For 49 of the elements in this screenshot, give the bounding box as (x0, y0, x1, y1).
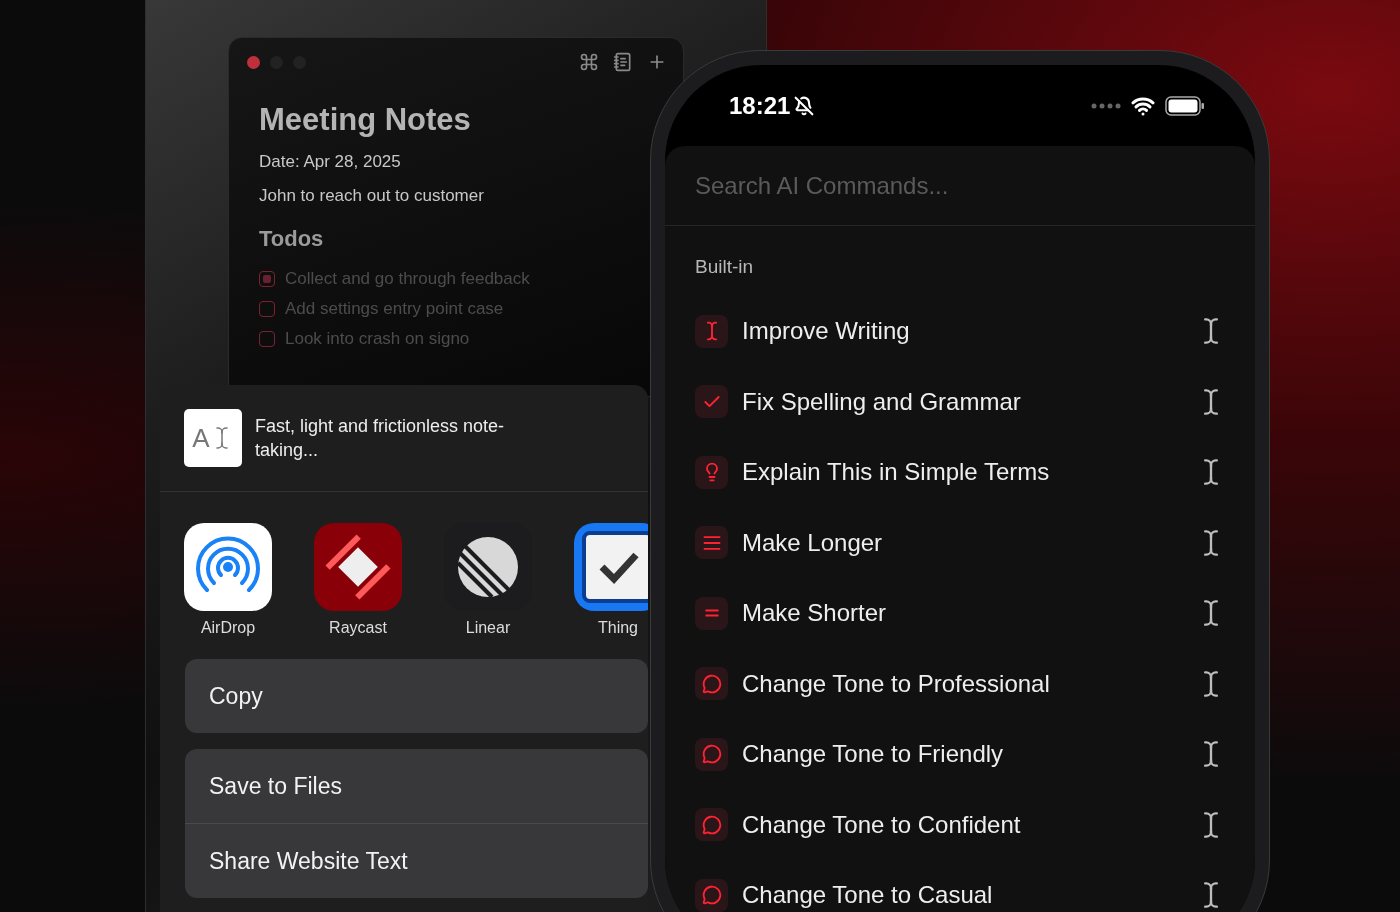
speech-bubble-icon (695, 667, 728, 701)
command-label[interactable]: Change Tone to Confident (742, 810, 1021, 839)
preview-text: Fast, light and frictionless note-taking... (255, 415, 505, 462)
equal-icon (695, 596, 728, 630)
document-thumbnail: A (184, 409, 242, 467)
todo-text: Collect and go through feedback (285, 269, 530, 289)
command-label[interactable]: Fix Spelling and Grammar (742, 387, 1021, 416)
app-label: Linear (465, 619, 511, 637)
todo-checkbox[interactable] (259, 271, 275, 287)
app-icon[interactable] (574, 523, 648, 611)
command-icon[interactable] (579, 52, 599, 72)
close-button[interactable] (247, 55, 260, 69)
command-label[interactable]: Change Tone to Professional (742, 669, 1050, 698)
search-field[interactable]: Search AI Commands... (665, 146, 1255, 226)
speech-bubble-icon (695, 808, 728, 842)
command-label[interactable]: Make Longer (742, 528, 883, 557)
speech-bubble-icon (695, 737, 728, 771)
command-label[interactable]: Make Shorter (742, 599, 887, 628)
note-title: Meeting Notes (259, 102, 472, 138)
app-icon[interactable] (314, 523, 402, 611)
check-icon (695, 385, 728, 419)
share-action[interactable]: Share Website Text (185, 823, 648, 898)
text-cursor-icon (695, 314, 728, 348)
command-label[interactable]: Change Tone to Casual (742, 881, 993, 910)
todo-text: Look into crash on signo (285, 329, 470, 349)
notes-icon[interactable] (613, 52, 633, 72)
todo-checkbox[interactable] (259, 331, 275, 347)
command-label[interactable]: Change Tone to Friendly (742, 740, 1004, 769)
note-line: Date: Apr 28, 2025 (259, 152, 402, 172)
battery-icon (1165, 95, 1205, 116)
section-label: Built-in (694, 255, 755, 279)
signal-dots-icon (1091, 102, 1121, 109)
app-label: Thing (598, 619, 638, 637)
app-label: AirDrop (200, 619, 256, 637)
app-icon[interactable] (184, 523, 272, 611)
note-line: John to reach out to customer (259, 186, 485, 206)
command-label[interactable]: Improve Writing (742, 317, 910, 346)
status-time: 18:21 (729, 91, 791, 120)
speech-bubble-icon (695, 878, 728, 912)
todo-text: Add settings entry point case (285, 299, 504, 319)
bell-off-icon (794, 95, 815, 116)
lines-icon (695, 526, 728, 560)
lightbulb-icon (695, 455, 728, 489)
command-label[interactable]: Explain This in Simple Terms (742, 458, 1050, 487)
share-action[interactable]: Save to Files (185, 749, 648, 823)
app-label: Raycast (329, 619, 387, 637)
section-heading: Todos (259, 226, 325, 252)
share-action[interactable]: Copy (185, 659, 648, 733)
todo-checkbox[interactable] (259, 301, 275, 317)
